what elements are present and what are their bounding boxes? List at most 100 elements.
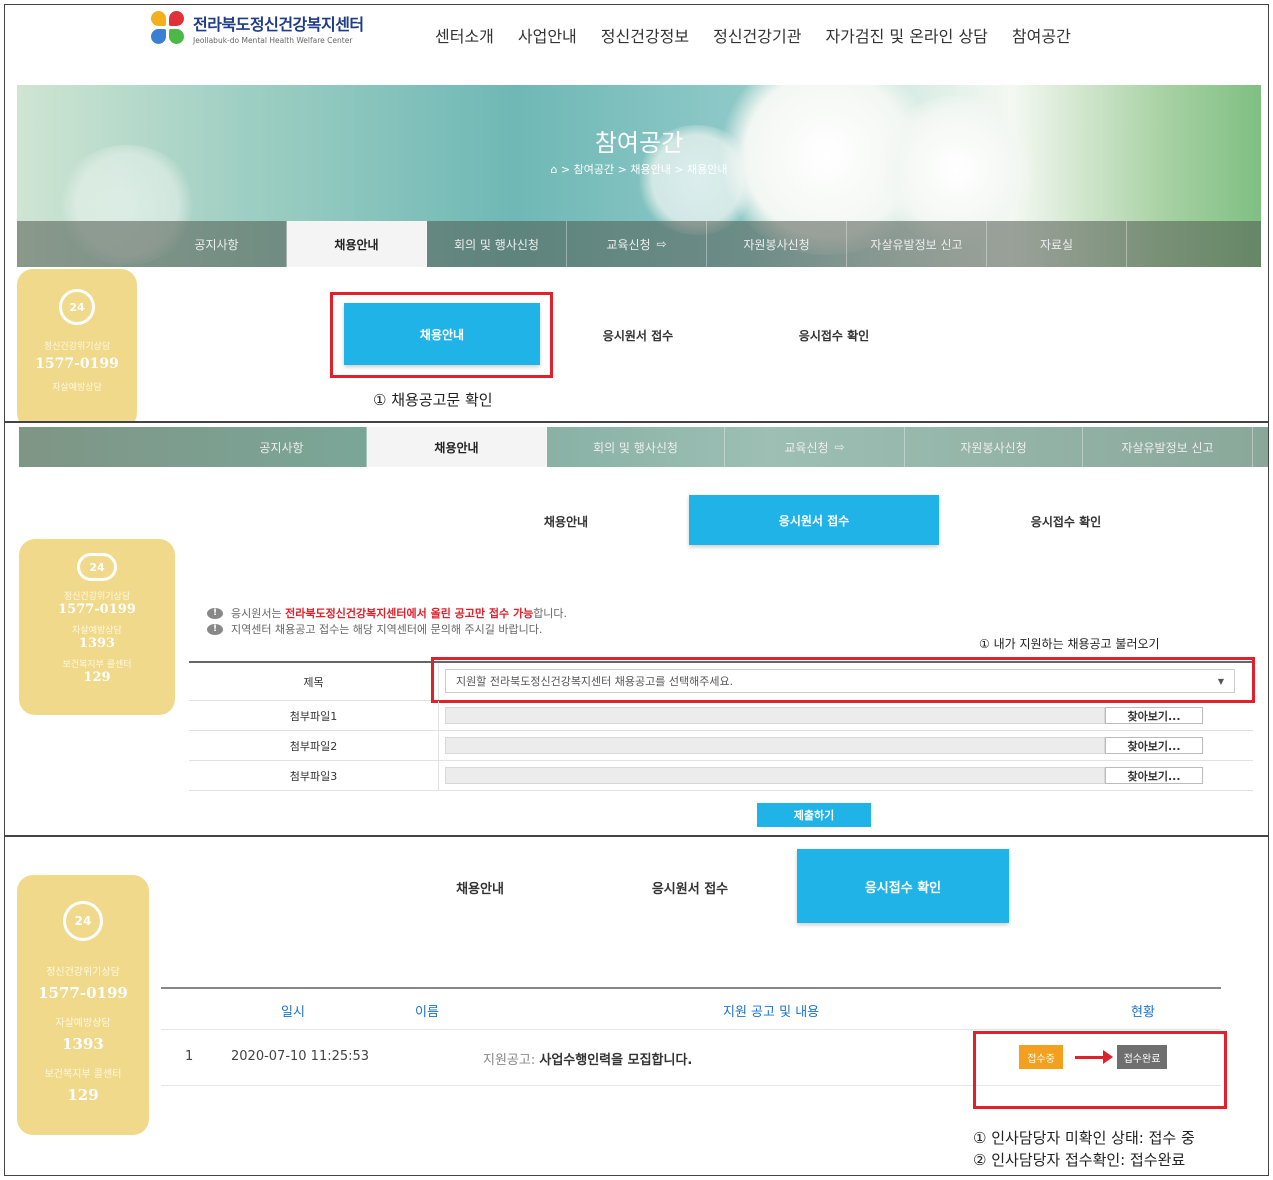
tab-application[interactable]: 응시원서 접수 (689, 495, 939, 545)
info-line-2: ! 지역센터 채용공고 접수는 해당 지역센터에 문의해 주시길 바랍니다. (207, 621, 542, 637)
annotation-step1: ① 채용공고문 확인 (373, 391, 493, 409)
col-status: 현황 (1131, 1005, 1155, 1020)
info-icon: ! (207, 623, 223, 635)
col-name: 이름 (415, 1005, 439, 1020)
subnav-education[interactable]: 교육신청 ⇨ (567, 221, 707, 267)
info-highlight: 전라북도정신건강복지센터에서 올린 공고만 접수 가능 (285, 607, 534, 620)
hotline-number-2: 1393 (62, 1035, 104, 1053)
hotline-label-2: 자살예방상담 (72, 626, 122, 636)
subnav-volunteer[interactable]: 자원봉사신청 (707, 221, 847, 267)
subnav2-education[interactable]: 교육신청 ⇨ (725, 427, 905, 467)
hotline-number-3: 129 (67, 1086, 99, 1104)
tab-confirm[interactable]: 응시접수 확인 (797, 849, 1009, 923)
side-hotline: 24 정신건강위기상담 1577-0199 자살예방상담 1393 보건복지부 … (17, 875, 149, 1135)
phone-24-icon: 24 (63, 901, 103, 941)
highlight-box (431, 657, 1255, 703)
subnav-suicide-report[interactable]: 자살유발정보 신고 (847, 221, 987, 267)
subnav2-recruit[interactable]: 채용안내 (367, 427, 547, 467)
title-label: 제목 (189, 663, 439, 700)
hotline-number-1: 1577-0199 (58, 602, 136, 617)
external-link-icon: ⇨ (834, 440, 845, 454)
hotline-number-3: 129 (83, 670, 111, 685)
file-label-3: 첨부파일3 (189, 761, 439, 790)
nav-institutions[interactable]: 정신건강기관 (713, 23, 801, 47)
row-date: 2020-07-10 11:25:53 (231, 1049, 370, 1064)
file-row-1: 첨부파일1 찾아보기... (189, 701, 1253, 731)
browse-button-2[interactable]: 찾아보기... (1105, 737, 1203, 754)
file-label-1: 첨부파일1 (189, 701, 439, 730)
tab-application[interactable]: 응시원서 접수 (565, 323, 711, 347)
external-link-icon: ⇨ (656, 237, 667, 251)
hotline-number-2: 1393 (78, 636, 116, 651)
tab-application[interactable]: 응시원서 접수 (635, 875, 745, 899)
hotline-label-3: 보건복지부 콜센터 (44, 1069, 122, 1080)
nav-participation[interactable]: 참여공간 (1012, 23, 1071, 47)
browse-button-1[interactable]: 찾아보기... (1105, 707, 1203, 724)
panel-application-status: 24 정신건강위기상담 1577-0199 자살예방상담 1393 보건복지부 … (4, 836, 1269, 1176)
file-label-2: 첨부파일2 (189, 731, 439, 760)
hotline-label-2: 자살예방상담 (52, 383, 102, 393)
row-number: 1 (185, 1049, 194, 1064)
tab-recruit[interactable]: 채용안내 (491, 509, 641, 533)
hotline-number-1: 1577-0199 (38, 984, 128, 1002)
sub-nav: 공지사항 채용안내 회의 및 행사신청 교육신청 ⇨ 자원봉사신청 자살유발정보 … (17, 221, 1261, 267)
subnav2-suicide-report[interactable]: 자살유발정보 신고 (1083, 427, 1253, 467)
hotline-label-1: 정신건강위기상담 (43, 342, 111, 352)
row-content[interactable]: 지원공고: 사업수행인력을 모집합니다. (483, 1049, 692, 1068)
breadcrumb-path: > 참여공간 > 채용안내 > 채용안내 (560, 163, 728, 176)
logo[interactable]: 전라북도정신건강복지센터 Jeollabuk-do Mental Health … (151, 11, 364, 45)
file-path-1[interactable] (445, 707, 1105, 724)
nav-self-test[interactable]: 자가검진 및 온라인 상담 (825, 23, 987, 47)
tab-recruit[interactable]: 채용안내 (425, 875, 535, 899)
nav-business[interactable]: 사업안내 (518, 23, 577, 47)
hotline-number-1: 1577-0199 (35, 356, 119, 372)
tab-confirm[interactable]: 응시접수 확인 (991, 509, 1141, 533)
side-hotline: 24 정신건강위기상담 1577-0199 자살예방상담 (17, 269, 137, 421)
sub-nav-2: 공지사항 채용안내 회의 및 행사신청 교육신청 ⇨ 자원봉사신청 자살유발정보 … (19, 427, 1268, 467)
banner-title: 참여공간 (594, 129, 684, 157)
tab-confirm[interactable]: 응시접수 확인 (761, 323, 907, 347)
hotline-label-1: 정신건강위기상담 (46, 967, 120, 978)
annotation-step1: ① 인사담당자 미확인 상태: 접수 중 (973, 1129, 1195, 1147)
info-icon: ! (207, 607, 223, 619)
file-row-3: 첨부파일3 찾아보기... (189, 761, 1253, 791)
hotline-label-2: 자살예방상담 (55, 1018, 111, 1029)
side-hotline: 24 정신건강위기상담 1577-0199 자살예방상담 1393 보건복지부 … (19, 539, 175, 715)
nav-mental-health-info[interactable]: 정신건강정보 (601, 23, 689, 47)
hotline-label-1: 정신건강위기상담 (63, 592, 131, 602)
subnav-recruit[interactable]: 채용안내 (287, 221, 427, 267)
col-content: 지원 공고 및 내용 (723, 1005, 820, 1020)
annotation-step1: ① 내가 지원하는 채용공고 불러오기 (979, 637, 1160, 651)
highlight-box (973, 1031, 1227, 1109)
nav-center-intro[interactable]: 센터소개 (435, 23, 494, 47)
info-line-1: ! 응시원서는 전라북도정신건강복지센터에서 올린 공고만 접수 가능합니다. (207, 605, 567, 621)
col-date: 일시 (281, 1005, 305, 1020)
subnav-notice[interactable]: 공지사항 (147, 221, 287, 267)
subnav2-meeting[interactable]: 회의 및 행사신청 (547, 427, 725, 467)
subnav-meeting[interactable]: 회의 및 행사신청 (427, 221, 567, 267)
subnav2-volunteer[interactable]: 자원봉사신청 (905, 427, 1083, 467)
table-top-border (161, 987, 1221, 989)
logo-mark-icon (151, 11, 187, 45)
logo-title: 전라북도정신건강복지센터 (193, 15, 364, 34)
phone-24-icon: 24 (77, 553, 117, 581)
panel-recruit-notice: 전라북도정신건강복지센터 Jeollabuk-do Mental Health … (4, 4, 1269, 422)
breadcrumb: ⌂ > 참여공간 > 채용안내 > 채용안내 (17, 161, 1261, 177)
submit-button[interactable]: 제출하기 (757, 803, 871, 827)
main-nav: 센터소개 사업안내 정신건강정보 정신건강기관 자가검진 및 온라인 상담 참여… (435, 23, 1071, 47)
subnav-archive[interactable]: 자료실 (987, 221, 1127, 267)
home-icon[interactable]: ⌂ (550, 163, 557, 176)
hotline-label-3: 보건복지부 콜센터 (62, 660, 132, 670)
annotation-step2: ② 인사담당자 접수확인: 접수완료 (973, 1151, 1186, 1169)
logo-subtitle: Jeollabuk-do Mental Health Welfare Cente… (193, 36, 353, 45)
highlight-box (330, 292, 553, 378)
header-divider (161, 1029, 1221, 1030)
browse-button-3[interactable]: 찾아보기... (1105, 767, 1203, 784)
file-row-2: 첨부파일2 찾아보기... (189, 731, 1253, 761)
subnav2-notice[interactable]: 공지사항 (197, 427, 367, 467)
panel-application-form: 공지사항 채용안내 회의 및 행사신청 교육신청 ⇨ 자원봉사신청 자살유발정보 … (4, 422, 1269, 836)
file-path-2[interactable] (445, 737, 1105, 754)
hero-banner: 참여공간 ⌂ > 참여공간 > 채용안내 > 채용안내 공지사항 채용안내 회의… (17, 85, 1261, 267)
phone-24-icon: 24 (59, 289, 95, 325)
file-path-3[interactable] (445, 767, 1105, 784)
